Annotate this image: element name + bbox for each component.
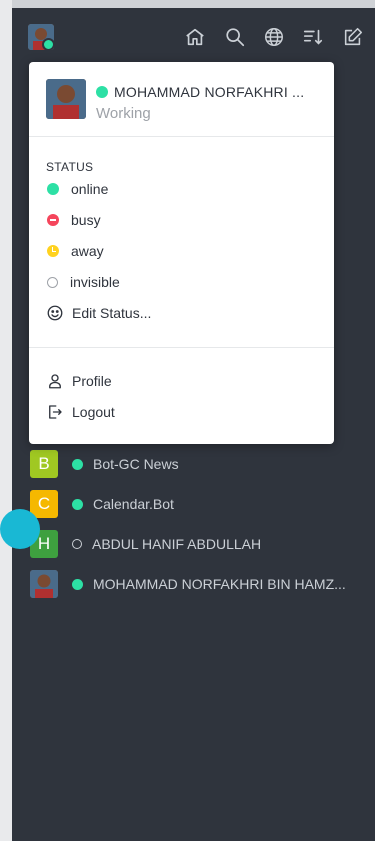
status-option-away[interactable]: away	[46, 240, 104, 262]
floating-indicator[interactable]	[0, 509, 40, 549]
popup-user-name: MOHAMMAD NORFAKHRI ...	[114, 84, 305, 100]
smiley-icon	[46, 304, 64, 322]
popup-status-text: Working	[96, 105, 151, 122]
divider	[29, 347, 334, 348]
status-option-label: online	[71, 181, 109, 197]
status-option-online[interactable]: online	[46, 178, 108, 200]
window-frame-left	[0, 0, 12, 841]
contact-avatar: B	[30, 450, 58, 478]
divider	[29, 136, 334, 137]
away-status-icon	[47, 245, 59, 257]
user-status-popup: MOHAMMAD NORFAKHRI ... Working STATUS on…	[29, 62, 334, 444]
contact-status-dot	[72, 458, 83, 470]
contact-status-dot	[72, 498, 83, 510]
busy-status-icon	[47, 214, 59, 226]
profile-label: Profile	[72, 373, 112, 389]
user-icon	[46, 372, 64, 390]
contact-name: Bot-GC News	[93, 456, 179, 472]
contact-item[interactable]: MOHAMMAD NORFAKHRI BIN HAMZ...	[30, 569, 346, 599]
status-option-busy[interactable]: busy	[46, 209, 101, 231]
status-option-label: busy	[71, 212, 101, 228]
sidebar-header	[12, 8, 375, 64]
search-icon[interactable]	[224, 26, 246, 48]
logout-icon	[46, 403, 64, 421]
invisible-status-icon	[47, 276, 58, 288]
contact-status-dot	[72, 578, 83, 590]
popup-user-photo	[46, 79, 86, 119]
contact-avatar	[30, 570, 58, 598]
contact-name: Calendar.Bot	[93, 496, 174, 512]
edit-icon[interactable]	[342, 26, 364, 48]
contact-name: MOHAMMAD NORFAKHRI BIN HAMZ...	[93, 576, 346, 592]
popup-avatar	[46, 79, 86, 119]
profile-button[interactable]: Profile	[46, 370, 112, 392]
edit-status-label: Edit Status...	[72, 305, 152, 321]
contact-avatar: C	[30, 490, 58, 518]
window-frame-top	[0, 0, 375, 8]
globe-icon[interactable]	[263, 26, 285, 48]
contact-name: ABDUL HANIF ABDULLAH	[92, 536, 262, 552]
popup-status-dot	[96, 86, 108, 98]
edit-status-button[interactable]: Edit Status...	[46, 302, 151, 324]
contact-item[interactable]: H ABDUL HANIF ABDULLAH	[30, 529, 261, 559]
sort-icon[interactable]	[302, 26, 324, 48]
logout-label: Logout	[72, 404, 115, 420]
status-option-label: away	[71, 243, 104, 259]
contact-photo	[30, 570, 58, 598]
contact-item[interactable]: C Calendar.Bot	[30, 489, 174, 519]
contact-status-dot	[72, 539, 82, 549]
online-status-icon	[47, 183, 59, 195]
contact-item[interactable]: B Bot-GC News	[30, 449, 179, 479]
logout-button[interactable]: Logout	[46, 401, 115, 423]
user-status-dot	[42, 38, 54, 50]
status-option-label: invisible	[70, 274, 120, 290]
home-icon[interactable]	[184, 26, 206, 48]
status-heading: STATUS	[46, 160, 94, 174]
status-option-invisible[interactable]: invisible	[46, 271, 120, 293]
user-avatar-button[interactable]	[28, 24, 54, 50]
